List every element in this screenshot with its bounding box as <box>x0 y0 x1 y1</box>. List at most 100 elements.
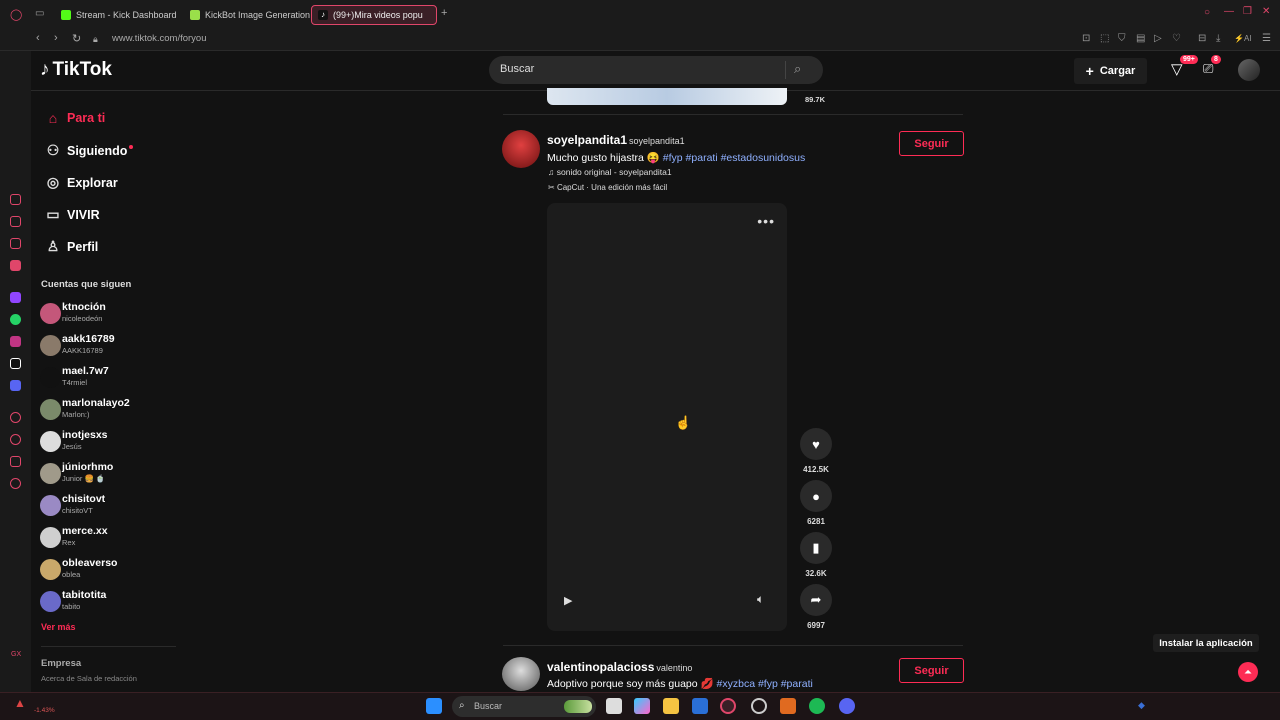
volume-icon[interactable]: 🔈︎ <box>757 592 764 607</box>
minimize-icon[interactable]: — <box>1224 6 1234 17</box>
discord-icon[interactable] <box>10 380 21 391</box>
extensions-icon[interactable] <box>10 456 21 467</box>
gx-icon[interactable]: GX <box>11 651 21 658</box>
search-icon[interactable]: ⌕ <box>794 61 801 77</box>
nav-explore[interactable]: ◎ Explorar <box>43 174 118 191</box>
tiktok-sidebar-icon[interactable] <box>10 358 21 369</box>
scroll-to-top-button[interactable]: ⏶ <box>1238 662 1258 682</box>
bag-icon[interactable] <box>10 216 21 227</box>
close-icon[interactable]: ✕ <box>1262 6 1270 17</box>
account-item[interactable]: mael.7w7 T4rmiel <box>40 365 180 393</box>
account-item[interactable]: obleaverso oblea <box>40 557 180 585</box>
post-author-avatar[interactable] <box>502 657 540 691</box>
opera-gx-icon[interactable] <box>720 698 736 714</box>
capcut-link[interactable]: ✂ CapCut · Una edición más fácil <box>548 183 667 192</box>
restore-icon[interactable]: ❐ <box>1243 6 1252 17</box>
taskbar-search-input[interactable]: ⌕ Buscar <box>452 696 596 717</box>
post-username[interactable]: soyelpandita1 soyelpandita1 <box>547 133 685 147</box>
tray-icon[interactable]: ◆ <box>1138 700 1145 711</box>
twitch-icon[interactable] <box>10 292 21 303</box>
account-item[interactable]: aakk16789 AAKK16789 <box>40 333 180 361</box>
nav-profile[interactable]: ♙ Perfil <box>43 238 99 255</box>
whatsapp-icon[interactable] <box>10 314 21 325</box>
post-hashtags[interactable]: #xyzbca #fyp #parati <box>717 678 813 690</box>
tab-kick-dashboard[interactable]: Stream - Kick Dashboard <box>55 5 183 25</box>
video-player[interactable]: ••• ▶ 🔈︎ <box>547 203 787 631</box>
browser-sidebar: GX <box>0 51 31 692</box>
account-item[interactable]: tabitotita tabito <box>40 589 180 617</box>
tiktok-logo[interactable]: ♪ TikTok <box>40 59 112 81</box>
capcut-icon: ✂ <box>548 183 557 192</box>
task-view-icon[interactable] <box>606 698 622 714</box>
account-item[interactable]: chisitovt chisitoVT <box>40 493 180 521</box>
account-item[interactable]: merce.xx Rex <box>40 525 180 553</box>
account-item[interactable]: ktnoción nicoleodeón <box>40 301 180 329</box>
address-bar: ‹ › ↻ 🔒︎ www.tiktok.com/foryou ⊡ ⬚ ⛉ ▤ ▷… <box>0 29 1280 51</box>
heart-icon[interactable]: ♡ <box>1172 33 1181 44</box>
shield-icon[interactable]: ⛉ <box>1118 33 1126 44</box>
stock-widget-icon[interactable]: ▲ <box>14 696 26 710</box>
settings-icon[interactable] <box>10 478 21 489</box>
like-button[interactable]: ♥ <box>800 428 832 460</box>
search-tabs-icon[interactable]: ○ <box>1204 7 1210 18</box>
forward-icon[interactable]: › <box>54 32 58 44</box>
install-app-button[interactable]: Instalar la aplicación <box>1153 634 1259 652</box>
account-item[interactable]: marlonalayo2 Marlon:) <box>40 397 180 425</box>
file-explorer-icon[interactable] <box>663 698 679 714</box>
company-links[interactable]: Acerca de Sala de redacción <box>41 674 137 683</box>
back-icon[interactable]: ‹ <box>36 32 40 44</box>
upload-button[interactable]: + Cargar <box>1074 58 1147 84</box>
spotify-icon[interactable] <box>809 698 825 714</box>
download-icon[interactable]: ⤓ <box>1216 33 1220 44</box>
tab-menu-icon[interactable]: ▭ <box>35 8 44 19</box>
speed-dial-icon[interactable] <box>10 194 21 205</box>
play-icon[interactable]: ▷ <box>1154 33 1162 44</box>
share-button[interactable]: ➦ <box>800 584 832 616</box>
more-options-icon[interactable]: ••• <box>757 213 775 229</box>
copilot-icon[interactable] <box>634 698 650 714</box>
player-icon[interactable] <box>10 412 21 423</box>
see-more-link[interactable]: Ver más <box>41 622 76 632</box>
vpn-icon[interactable]: ▤ <box>1136 33 1145 44</box>
url-field[interactable]: www.tiktok.com/foryou <box>112 33 207 44</box>
discord-taskbar-icon[interactable] <box>839 698 855 714</box>
history-icon[interactable] <box>10 434 21 445</box>
play-icon[interactable]: ▶ <box>564 594 572 607</box>
extension-icon[interactable]: ⊡ <box>1082 33 1090 44</box>
obs-icon[interactable] <box>751 698 767 714</box>
opera-logo-icon[interactable]: ◯ <box>10 8 22 21</box>
comment-button[interactable]: ● <box>800 480 832 512</box>
search-input[interactable]: Buscar ⌕ <box>489 56 823 84</box>
company-header[interactable]: Empresa <box>41 658 81 669</box>
previous-video-thumbnail[interactable] <box>547 88 787 105</box>
nav-for-you[interactable]: ⌂ Para ti <box>43 110 105 126</box>
messages-icon[interactable]: ⎚ <box>1203 61 1213 77</box>
post-author-avatar[interactable] <box>502 130 540 168</box>
tab-kickbot-image[interactable]: KickBot Image Generation <box>184 5 310 25</box>
post-music-link[interactable]: ♫ sonido original - soyelpandita1 <box>548 167 672 177</box>
news-icon[interactable] <box>10 238 21 249</box>
follow-button[interactable]: Seguir <box>899 131 964 156</box>
post-hashtags[interactable]: #fyp #parati #estadosunidosus <box>663 152 805 164</box>
account-item[interactable]: inotjesxs Jesús <box>40 429 180 457</box>
ai-icon[interactable]: ⚡AI <box>1234 34 1252 43</box>
new-tab-icon[interactable]: + <box>441 7 447 19</box>
follow-button[interactable]: Seguir <box>899 658 964 683</box>
nav-live[interactable]: ▭ VIVIR <box>43 206 99 223</box>
snapshot-icon[interactable]: ⬚ <box>1100 33 1109 44</box>
account-item[interactable]: júniorhmo Junior 🍔 🍵 <box>40 461 180 489</box>
save-button[interactable]: ▮ <box>800 532 832 564</box>
post-username[interactable]: valentinopalacioss valentino <box>547 660 692 674</box>
post-caption: Mucho gusto hijastra 😝 #fyp #parati #est… <box>547 152 806 164</box>
instagram-icon[interactable] <box>10 336 21 347</box>
m-icon[interactable] <box>10 260 21 271</box>
store-icon[interactable] <box>692 698 708 714</box>
avatar[interactable] <box>1238 59 1260 81</box>
menu-icon[interactable]: ☰ <box>1262 33 1271 44</box>
tab-tiktok[interactable]: ♪ (99+)Mira videos popu <box>311 5 437 25</box>
wallet-icon[interactable]: ⊟ <box>1198 33 1206 44</box>
app-icon[interactable] <box>780 698 796 714</box>
windows-start-icon[interactable] <box>426 698 442 714</box>
reload-icon[interactable]: ↻ <box>72 32 81 45</box>
nav-following[interactable]: ⚇ Siguiendo <box>43 142 134 159</box>
